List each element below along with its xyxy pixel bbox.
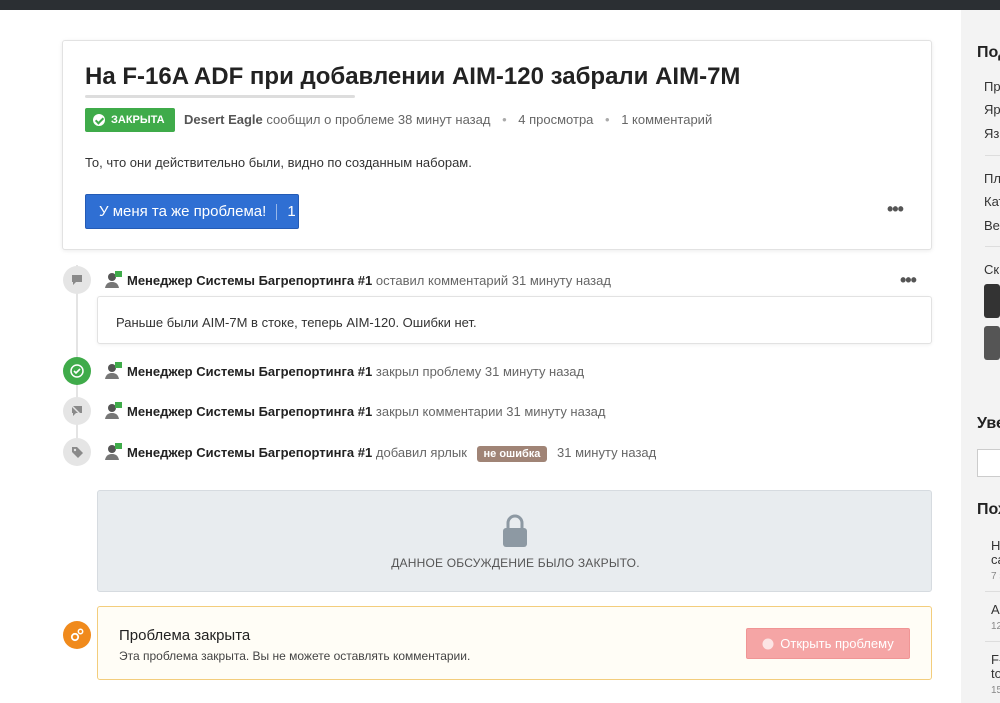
event-action: оставил комментарий 31 минуту назад bbox=[375, 273, 611, 288]
event-action: закрыл проблему 31 минуту назад bbox=[375, 364, 585, 379]
sidebar-item: Вев bbox=[984, 218, 1000, 233]
sidebar-heading-details: Под bbox=[977, 44, 1000, 61]
author-link[interactable]: Desert Eagle bbox=[184, 112, 263, 127]
similar-item-title[interactable]: Н bbox=[991, 538, 1000, 553]
similar-item-title[interactable]: Al bbox=[991, 602, 1000, 617]
locked-message: ДАННОЕ ОБСУЖДЕНИЕ БЫЛО ЗАКРЫТО. bbox=[391, 556, 640, 570]
sidebar-divider bbox=[985, 155, 1000, 156]
issue-card: На F-16A ADF при добавлении AIM-120 забр… bbox=[62, 40, 932, 250]
sidebar-divider bbox=[985, 641, 1000, 642]
manager-avatar bbox=[105, 362, 122, 379]
title-underline bbox=[85, 95, 355, 98]
actor-name[interactable]: Менеджер Системы Багрепортинга #1 bbox=[127, 273, 372, 288]
top-bar bbox=[0, 0, 1000, 10]
issue-title: На F-16A ADF при добавлении AIM-120 забр… bbox=[85, 63, 741, 90]
screenshot-thumbnail[interactable] bbox=[984, 284, 1000, 318]
reopen-issue-button[interactable]: Открыть проблему bbox=[746, 628, 910, 659]
actor-name[interactable]: Менеджер Системы Багрепортинга #1 bbox=[127, 445, 372, 460]
sidebar-item: Кат bbox=[984, 194, 1000, 209]
similar-item-title[interactable]: to bbox=[991, 666, 1000, 681]
issue-meta: Desert Eagle сообщил о проблеме 38 минут… bbox=[184, 112, 712, 127]
button-divider bbox=[276, 203, 278, 220]
same-issue-button[interactable]: У меня та же проблема! 1 bbox=[85, 194, 299, 229]
issue-description: То, что они действительно были, видно по… bbox=[85, 155, 472, 170]
sidebar-divider bbox=[985, 246, 1000, 247]
similar-item-title[interactable]: са bbox=[991, 552, 1000, 567]
screenshot-thumbnail[interactable] bbox=[984, 326, 1000, 360]
event-closed: Менеджер Системы Багрепортинга #1 закрыл… bbox=[127, 364, 584, 379]
similar-item-meta: 12 bbox=[991, 621, 1000, 632]
comment-body: Раньше были AIM-7M в стоке, теперь AIM-1… bbox=[97, 296, 932, 344]
check-circle-icon bbox=[63, 357, 91, 385]
reopen-label: Открыть проблему bbox=[780, 636, 894, 651]
sidebar-item: Пл bbox=[984, 171, 1000, 186]
manager-avatar bbox=[105, 443, 122, 460]
sidebar-screenshots-label: Ск bbox=[984, 262, 1000, 277]
similar-item-meta: 15 bbox=[991, 685, 1000, 696]
meta-separator: • bbox=[502, 112, 507, 127]
sidebar-heading-similar: Пох bbox=[977, 501, 1000, 518]
notice-title: Проблема закрыта bbox=[119, 627, 251, 644]
locked-discussion-box: ДАННОЕ ОБСУЖДЕНИЕ БЫЛО ЗАКРЫТО. bbox=[97, 490, 932, 592]
label-tag[interactable]: не ошибка bbox=[476, 446, 548, 462]
notify-button[interactable] bbox=[977, 449, 1000, 477]
actor-name[interactable]: Менеджер Системы Багрепортинга #1 bbox=[127, 364, 372, 379]
event-action: добавил ярлык bbox=[375, 445, 467, 460]
comment-icon bbox=[63, 266, 91, 294]
status-badge-label: ЗАКРЫТА bbox=[111, 114, 165, 126]
similar-item-title[interactable]: F- bbox=[991, 652, 1000, 667]
comment-more-icon[interactable]: ••• bbox=[900, 270, 917, 291]
lock-icon bbox=[503, 514, 527, 547]
event-label-added: Менеджер Системы Багрепортинга #1 добави… bbox=[127, 445, 656, 462]
tag-icon bbox=[63, 438, 91, 466]
gears-icon bbox=[63, 621, 91, 649]
views-count: 4 просмотра bbox=[518, 112, 594, 127]
comments-count: 1 комментарий bbox=[621, 112, 713, 127]
manager-avatar bbox=[105, 271, 122, 288]
meta-separator: • bbox=[605, 112, 610, 127]
event-comment: Менеджер Системы Багрепортинга #1 остави… bbox=[127, 273, 611, 288]
check-circle-icon bbox=[93, 114, 105, 126]
same-issue-label: У меня та же проблема! bbox=[99, 203, 267, 220]
notice-subtitle: Эта проблема закрыта. Вы не можете остав… bbox=[119, 649, 471, 663]
sidebar-item: Яр bbox=[984, 102, 1000, 117]
same-issue-count: 1 bbox=[287, 203, 296, 220]
sidebar-divider bbox=[985, 591, 1000, 592]
status-badge: ЗАКРЫТА bbox=[85, 108, 175, 132]
reported-text: сообщил о проблеме 38 минут назад bbox=[266, 112, 491, 127]
closed-notice: Проблема закрыта Эта проблема закрыта. В… bbox=[97, 606, 932, 680]
comments-off-icon bbox=[63, 397, 91, 425]
manager-avatar bbox=[105, 402, 122, 419]
sidebar-heading-notifications: Уве bbox=[977, 415, 1000, 432]
actor-name[interactable]: Менеджер Системы Багрепортинга #1 bbox=[127, 404, 372, 419]
alert-icon bbox=[762, 638, 774, 649]
more-options-icon[interactable]: ••• bbox=[887, 199, 904, 220]
similar-item-meta: 7 з bbox=[991, 571, 1000, 582]
event-comments-closed: Менеджер Системы Багрепортинга #1 закрыл… bbox=[127, 404, 605, 419]
event-action: закрыл комментарии 31 минуту назад bbox=[375, 404, 606, 419]
sidebar-item: Язь bbox=[984, 126, 1000, 141]
sidebar-item: Пр bbox=[984, 79, 1000, 94]
event-time: 31 минуту назад bbox=[557, 445, 657, 460]
